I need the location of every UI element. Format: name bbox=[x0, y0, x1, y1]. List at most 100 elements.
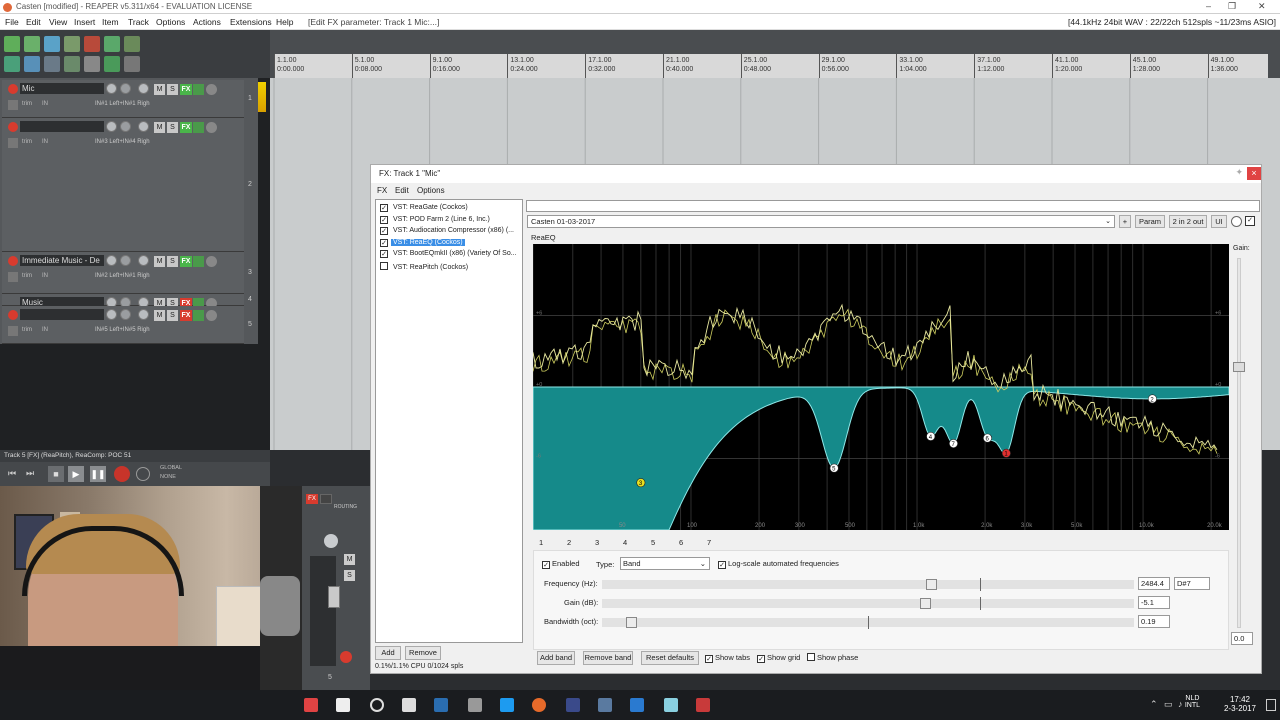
close-window-icon[interactable]: ✕ bbox=[1258, 1, 1266, 12]
go-to-start-icon[interactable]: ⏮ bbox=[8, 468, 20, 480]
band-gain-slider-thumb[interactable] bbox=[920, 598, 931, 609]
frequency-value[interactable]: 2484.4 bbox=[1138, 577, 1170, 590]
mixer-fx-button[interactable]: FX bbox=[306, 494, 318, 504]
wet-knob[interactable] bbox=[1231, 216, 1242, 227]
menu-item[interactable]: Item bbox=[102, 17, 119, 27]
record-arm-icon[interactable] bbox=[8, 256, 18, 266]
fx-enable-checkbox[interactable]: ✓ bbox=[380, 227, 388, 235]
track-name[interactable] bbox=[20, 121, 104, 132]
automation-global-label[interactable]: GLOBAL bbox=[160, 465, 182, 471]
record-arm-icon[interactable] bbox=[8, 84, 18, 94]
enabled-checkbox[interactable]: ✓ Enabled bbox=[542, 559, 580, 569]
taskbar-app-icon[interactable] bbox=[664, 698, 678, 712]
taskbar-app-icon[interactable] bbox=[566, 698, 580, 712]
tray-chevron-icon[interactable]: ⌃ bbox=[1150, 699, 1158, 710]
menu-file[interactable]: File bbox=[5, 17, 19, 27]
preset-add-button[interactable]: + bbox=[1119, 215, 1131, 228]
fx-chain-item[interactable]: ✓ VST: POD Farm 2 (Line 6, Inc.) bbox=[380, 215, 492, 227]
frequency-slider-thumb[interactable] bbox=[926, 579, 937, 590]
tab-band-4[interactable]: 4 bbox=[623, 538, 627, 547]
envelope-icon[interactable] bbox=[206, 84, 217, 95]
fx-close-button[interactable]: × bbox=[1247, 167, 1261, 180]
tab-band-6[interactable]: 6 bbox=[679, 538, 683, 547]
fx-menu-options[interactable]: Options bbox=[417, 186, 445, 195]
mute-button[interactable]: M bbox=[154, 310, 165, 321]
fx-menu-fx[interactable]: FX bbox=[377, 186, 387, 195]
mixer-record-arm[interactable] bbox=[340, 651, 352, 663]
envelope-icon[interactable] bbox=[206, 122, 217, 133]
menu-track[interactable]: Track bbox=[128, 17, 149, 27]
fx-bypass-button[interactable] bbox=[193, 122, 204, 133]
reset-defaults-button[interactable]: Reset defaults bbox=[641, 651, 699, 665]
pause-icon[interactable]: ❚❚ bbox=[90, 466, 106, 482]
track-row[interactable]: M S FX trim IN IN#5 Left+IN#5 Righ bbox=[2, 306, 244, 344]
volume-knob[interactable] bbox=[106, 309, 117, 320]
mixer-mute-button[interactable]: M bbox=[344, 554, 355, 565]
taskbar-app-icon[interactable] bbox=[630, 698, 644, 712]
menu-extensions[interactable]: Extensions bbox=[230, 17, 272, 27]
gain-slider-thumb[interactable] bbox=[1233, 362, 1245, 372]
fx-enable-checkbox[interactable]: ✓ bbox=[380, 250, 388, 258]
io-button-icon[interactable] bbox=[120, 255, 131, 266]
mute-button[interactable]: M bbox=[154, 84, 165, 95]
band-gain-value[interactable]: -5.1 bbox=[1138, 596, 1170, 609]
solo-button[interactable]: S bbox=[167, 256, 178, 267]
track-name[interactable]: Mic bbox=[20, 83, 104, 94]
settings-icon[interactable] bbox=[64, 36, 80, 52]
fx-bypass-button[interactable] bbox=[193, 256, 204, 267]
pan-knob[interactable] bbox=[138, 83, 149, 94]
tab-band-1[interactable]: 1 bbox=[539, 538, 543, 547]
snap-icon[interactable] bbox=[44, 56, 60, 72]
param-button[interactable]: Param bbox=[1135, 215, 1165, 228]
input-label[interactable]: IN bbox=[42, 101, 48, 107]
language-indicator[interactable]: NLD INTL bbox=[1185, 695, 1200, 709]
track-name[interactable]: Immediate Music - De bbox=[20, 255, 104, 266]
minimize-icon[interactable]: – bbox=[1206, 1, 1211, 11]
gain-slider[interactable] bbox=[1233, 258, 1245, 628]
loop-icon[interactable] bbox=[104, 56, 120, 72]
io-button-icon[interactable] bbox=[120, 121, 131, 132]
record-icon[interactable] bbox=[114, 466, 130, 482]
pan-knob[interactable] bbox=[138, 121, 149, 132]
fx-window-titlebar[interactable]: FX: Track 1 "Mic" ✦ × bbox=[371, 165, 1261, 183]
solo-button[interactable]: S bbox=[167, 310, 178, 321]
track-fx-button[interactable]: FX bbox=[180, 122, 192, 133]
maximize-icon[interactable]: ❐ bbox=[1228, 1, 1236, 12]
mute-button[interactable]: M bbox=[154, 122, 165, 133]
automation-none-label[interactable]: NONE bbox=[160, 474, 176, 480]
tab-band-7[interactable]: 7 bbox=[707, 538, 711, 547]
mixer-routing-label[interactable]: ROUTING bbox=[334, 504, 357, 510]
notifications-icon[interactable] bbox=[1266, 699, 1276, 711]
taskbar-app-icon[interactable] bbox=[696, 698, 710, 712]
taskbar-app-icon[interactable] bbox=[532, 698, 546, 712]
track-input-route[interactable]: IN#1 Left+IN#1 Righ bbox=[95, 101, 150, 107]
taskbar-app-icon[interactable] bbox=[468, 698, 482, 712]
fx-chain-item[interactable]: ✓ VST: Audiocation Compressor (x86) (... bbox=[380, 227, 516, 238]
volume-knob[interactable] bbox=[106, 121, 117, 132]
taskbar-app-icon[interactable] bbox=[500, 698, 514, 712]
track-input-route[interactable]: IN#3 Left+IN#4 Righ bbox=[95, 139, 150, 145]
fx-enable-checkbox[interactable]: ✓ bbox=[380, 215, 388, 224]
taskbar-clock[interactable]: 17:42 2-3-2017 bbox=[1224, 695, 1256, 713]
track-input-route[interactable]: IN#5 Left+IN#5 Righ bbox=[95, 327, 150, 333]
fx-bypass-button[interactable] bbox=[193, 310, 204, 321]
fx-chain-list[interactable]: ✓ VST: ReaGate (Cockos) ✓ VST: POD Farm 2 (… bbox=[375, 199, 523, 643]
timeline-ruler[interactable]: 1.1.00 0:00.000 5.1.00 0:08.000 9.1.00 0:16.0… bbox=[274, 54, 1268, 78]
track-fx-button[interactable]: FX bbox=[180, 256, 192, 267]
track-fx-button[interactable]: FX bbox=[180, 84, 192, 95]
track-row[interactable]: M S FX trim IN IN#3 Left+IN#4 Righ bbox=[2, 118, 244, 252]
solo-button[interactable]: S bbox=[167, 84, 178, 95]
menu-view[interactable]: View bbox=[49, 17, 67, 27]
open-project-icon[interactable] bbox=[24, 36, 40, 52]
track-input-route[interactable]: IN#2 Left+IN#1 Righ bbox=[95, 273, 150, 279]
menu-edit[interactable]: Edit bbox=[26, 17, 41, 27]
type-dropdown[interactable]: Band ⌄ bbox=[620, 557, 710, 570]
stop-icon[interactable]: ■ bbox=[48, 466, 64, 482]
add-fx-button[interactable]: Add bbox=[375, 646, 401, 660]
menu-help[interactable]: Help bbox=[276, 17, 293, 27]
solo-button[interactable]: S bbox=[167, 122, 178, 133]
fx-chain-item[interactable]: ✓ VST: ReaGate (Cockos) bbox=[380, 204, 470, 215]
bandwidth-value[interactable]: 0.19 bbox=[1138, 615, 1170, 628]
volume-icon[interactable]: ♪ bbox=[1178, 699, 1183, 709]
envelope-icon[interactable] bbox=[64, 56, 80, 72]
